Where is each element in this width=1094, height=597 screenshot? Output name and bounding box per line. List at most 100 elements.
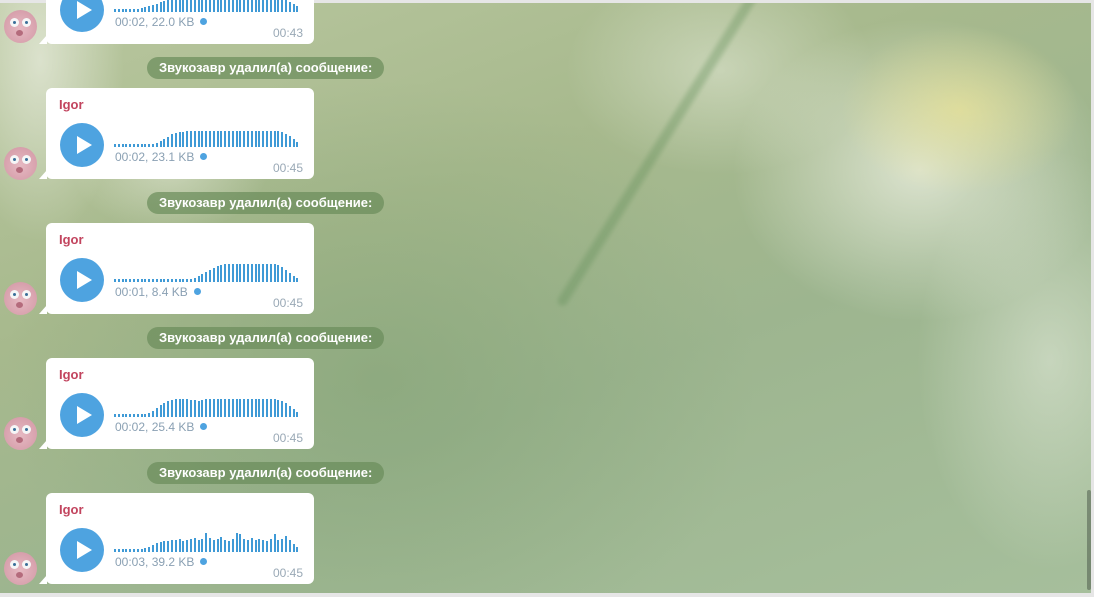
play-button[interactable] [60,123,104,167]
waveform-bar [133,279,135,282]
avatar-eye [10,425,19,434]
avatar-eye [10,155,19,164]
waveform-bar [285,536,287,552]
waveform-bar [262,540,265,552]
waveform-bar [239,0,242,12]
waveform-bar [247,131,249,147]
sender-name[interactable]: Igor [59,502,84,517]
bubble-tail [39,170,47,179]
waveform-bar [152,5,154,12]
waveform-bar [182,0,185,12]
waveform-bar [114,414,116,417]
waveform-bar [121,144,124,147]
waveform-bar [235,399,238,417]
waveform-bar [182,279,185,282]
waveform-bar [193,278,196,282]
waveform-bar [224,399,227,417]
voice-message-bubble: Igor 00:02, 23.1 KB 00:45 [39,88,314,179]
waveform-bar [266,541,268,552]
waveform-bar [277,540,280,552]
waveform-bar [125,414,128,417]
chat-scrollbar-thumb[interactable] [1087,490,1091,590]
play-button[interactable] [60,0,104,32]
waveform-bar [171,400,173,417]
play-button[interactable] [60,393,104,437]
waveform-bar [228,264,230,282]
waveform-bar [266,131,268,147]
avatar[interactable] [4,10,37,43]
avatar[interactable] [4,147,37,180]
waveform-bar [258,0,261,12]
waveform-bar [262,0,265,12]
waveform-bar [197,401,200,417]
avatar[interactable] [4,282,37,315]
sender-name[interactable]: Igor [59,367,84,382]
waveform-bar [178,132,181,147]
waveform-bar [178,0,181,12]
waveform-bar [140,144,143,147]
waveform-bar [231,131,234,147]
sender-name[interactable]: Igor [59,97,84,112]
waveform-bar [121,9,124,12]
waveform-bar [114,279,116,282]
waveform-bar [186,0,189,12]
avatar-eye [22,155,31,164]
voice-waveform[interactable] [114,125,300,147]
play-button[interactable] [60,528,104,572]
waveform-bar [205,0,208,12]
waveform-bar [197,0,200,12]
waveform-bar [239,399,242,417]
waveform-bar [152,411,154,417]
waveform-bar [266,264,268,282]
waveform-bar [155,279,158,282]
waveform-bar [205,533,208,552]
waveform-bar [228,0,230,12]
service-message: Звукозавр удалил(а) сообщение: [147,57,385,79]
waveform-bar [216,131,219,147]
avatar[interactable] [4,552,37,585]
waveform-bar [285,403,287,417]
waveform-bar [273,0,276,12]
voice-waveform[interactable] [114,0,300,12]
waveform-bar [254,131,257,147]
waveform-bar [178,279,181,282]
waveform-bar [292,4,295,12]
waveform-bar [224,131,227,147]
waveform-bar [159,405,162,417]
waveform-bar [277,0,280,12]
waveform-bar [269,264,272,282]
avatar[interactable] [4,417,37,450]
voice-waveform[interactable] [114,260,300,282]
waveform-bar [216,266,219,282]
waveform-bar [228,399,230,417]
waveform-bar [273,399,276,417]
waveform-bar [228,541,230,552]
avatar-eye [22,560,31,569]
waveform-bar [220,265,223,282]
avatar-eye [22,425,31,434]
voice-duration-size: 00:02, 25.4 KB [115,420,208,434]
play-button[interactable] [60,258,104,302]
waveform-bar [136,279,139,282]
waveform-bar [129,144,132,147]
voice-waveform[interactable] [114,395,300,417]
waveform-bar [159,141,162,147]
voice-waveform[interactable] [114,530,300,552]
voice-message-bubble: 00:02, 22.0 KB 00:43 [39,0,314,44]
waveform-bar [281,539,284,552]
waveform-bar [250,538,253,552]
waveform-bar [167,279,170,282]
waveform-bar [273,131,276,147]
waveform-bar [163,1,166,12]
waveform-bar [209,538,211,552]
waveform-bar [266,399,268,417]
waveform-bar [281,0,284,12]
waveform-bar [144,144,147,147]
waveform-bar [235,533,238,552]
waveform-bar [288,2,291,12]
voice-message-bubble: Igor 00:03, 39.2 KB 00:45 [39,493,314,584]
sender-name[interactable]: Igor [59,232,84,247]
bubble-tail [39,35,47,44]
waveform-bar [277,400,280,417]
waveform-bar [167,137,170,147]
